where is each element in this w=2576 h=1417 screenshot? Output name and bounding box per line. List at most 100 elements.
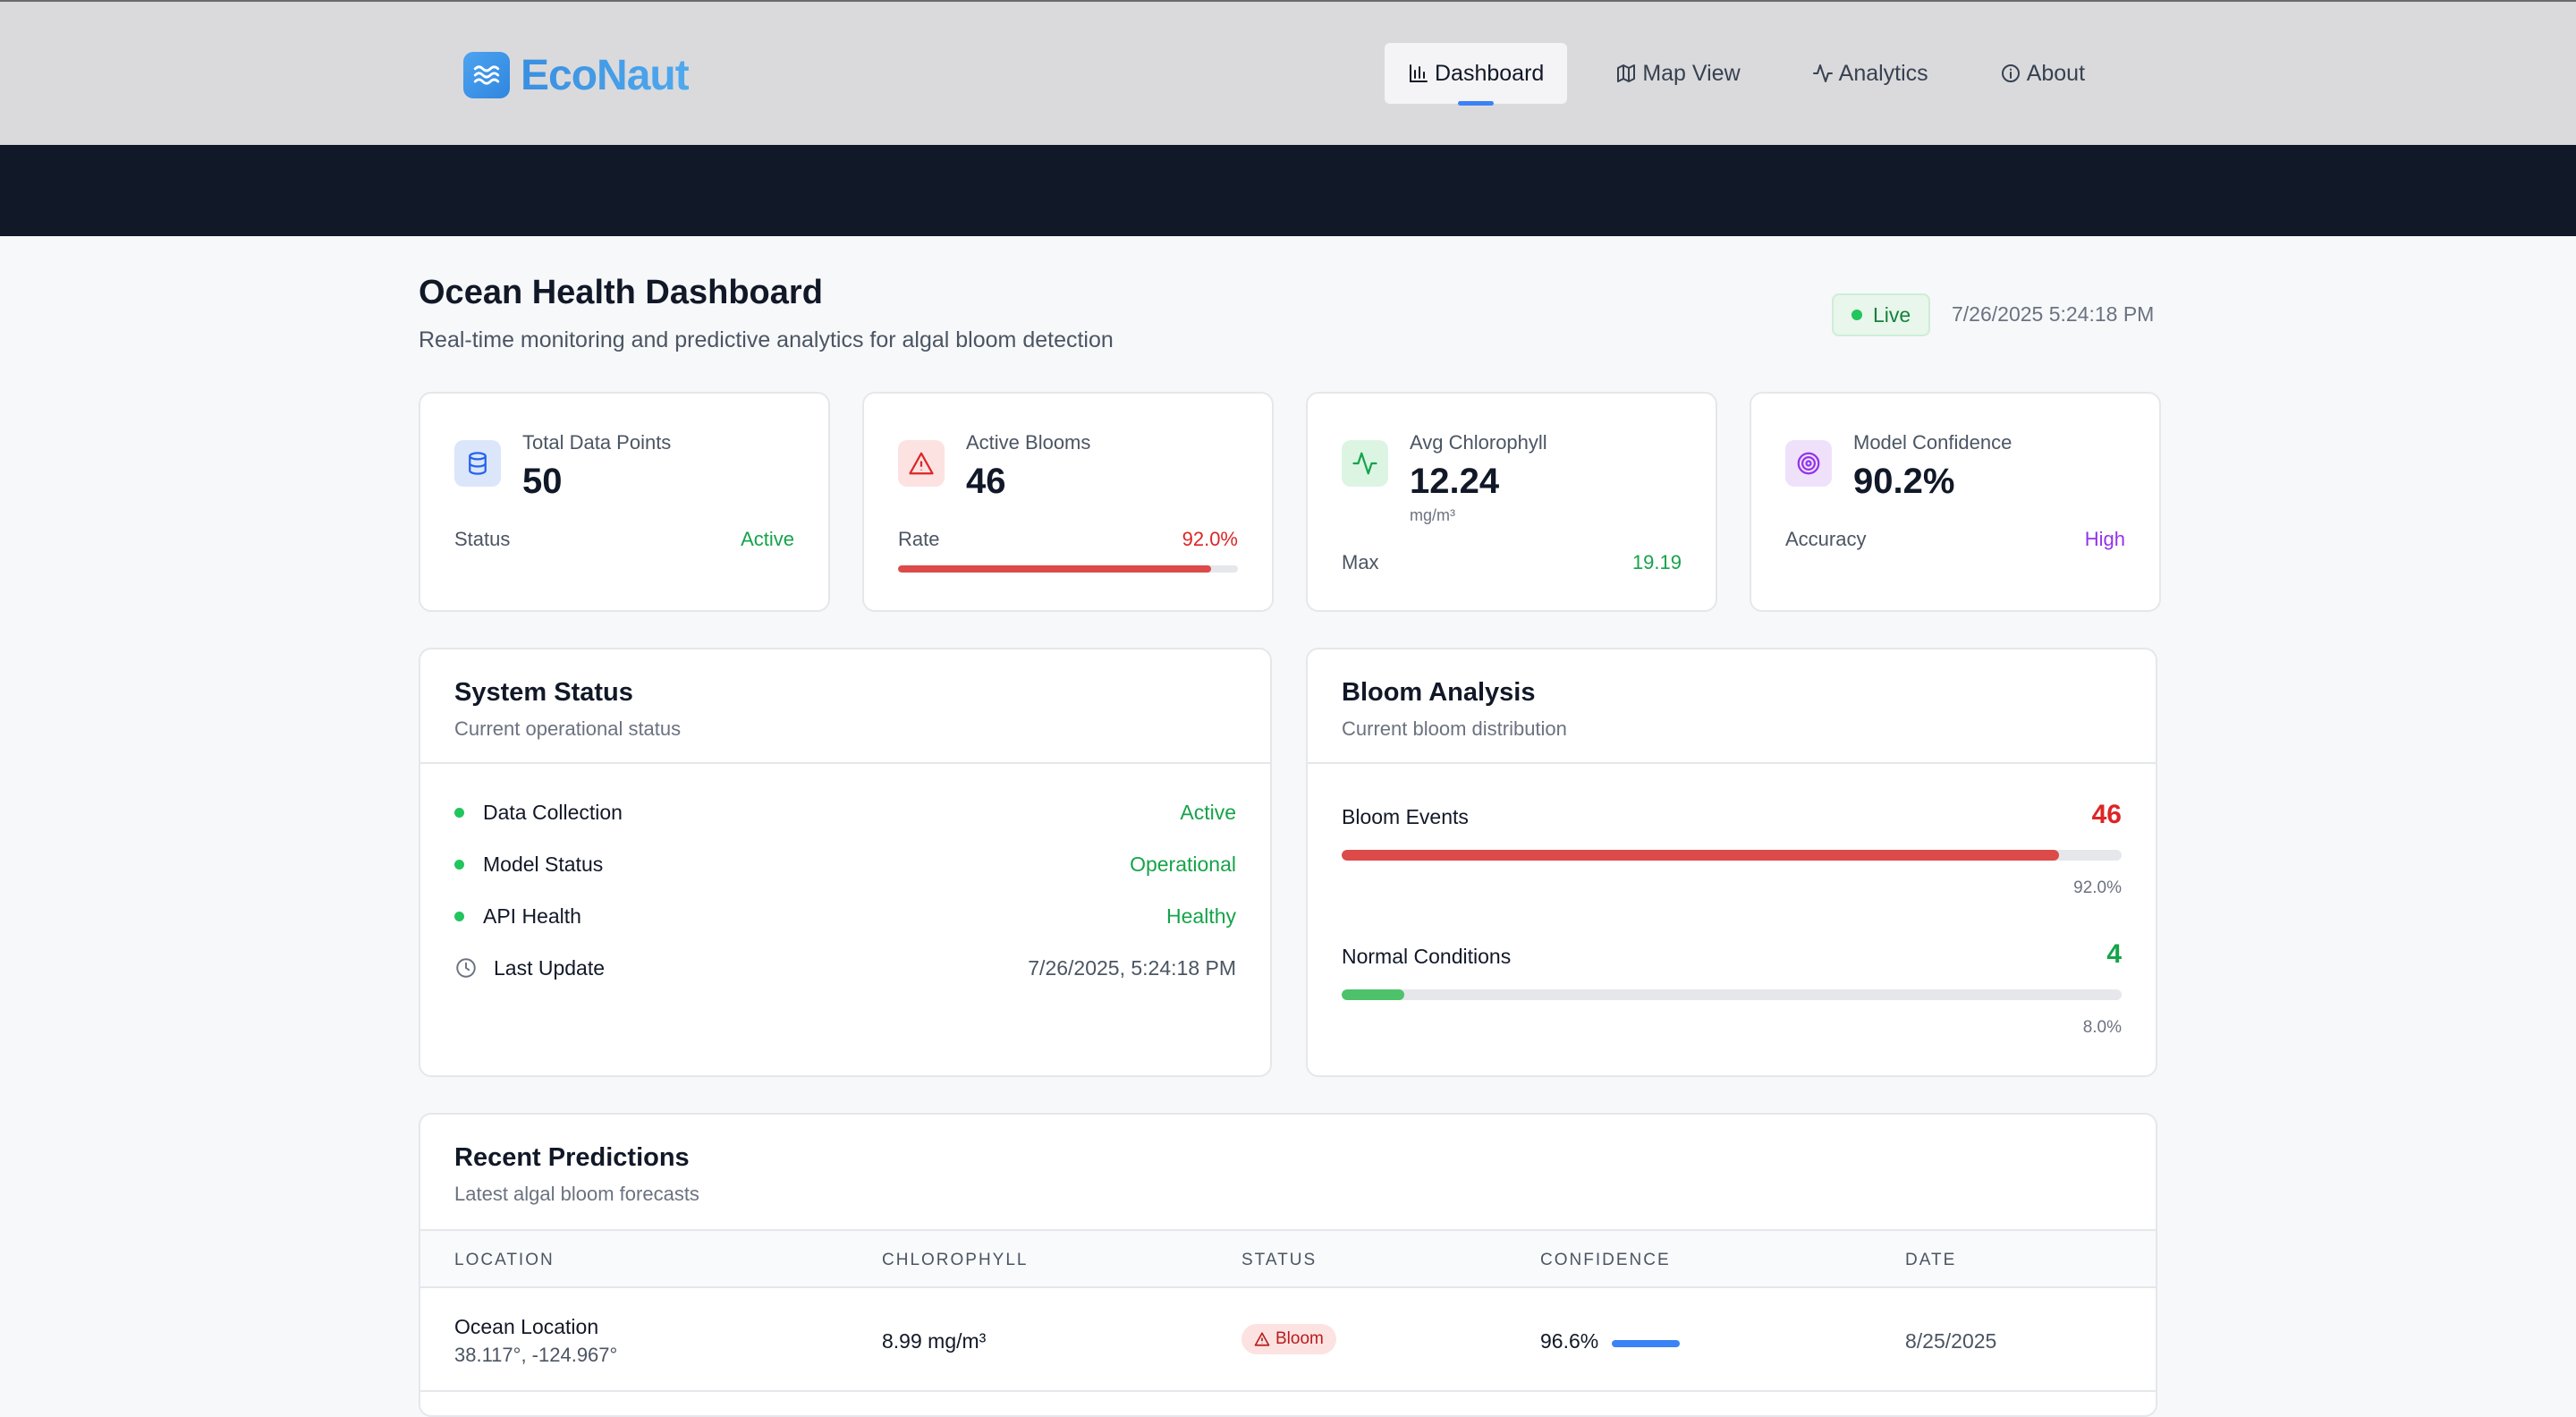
stat-card-active-blooms: Active Blooms 46 Rate 92.0% xyxy=(862,392,1274,612)
nav-links: Dashboard Map View Analytics About xyxy=(1385,43,2133,106)
stat-foot-value: Active xyxy=(741,528,794,550)
panel-title: Bloom Analysis xyxy=(1342,678,1536,707)
status-row-last-update: Last Update 7/26/2025, 5:24:18 PM xyxy=(454,950,1236,986)
nav-dashboard-label: Dashboard xyxy=(1435,60,1545,86)
status-badge: Bloom xyxy=(1241,1324,1336,1354)
page-subtitle: Real-time monitoring and predictive anal… xyxy=(419,327,1114,352)
clock-icon xyxy=(456,958,476,978)
column-header-location[interactable]: LOCATION xyxy=(454,1251,555,1270)
status-badge-label: Bloom xyxy=(1275,1329,1324,1348)
bloom-events-count: 46 xyxy=(2091,800,2122,829)
nav-map-view[interactable]: Map View xyxy=(1592,43,1763,104)
stat-card-model-confidence: Model Confidence 90.2% Accuracy High xyxy=(1750,392,2161,612)
row-chlorophyll: 8.99 mg/m³ xyxy=(882,1329,987,1353)
panel-subtitle: Latest algal bloom forecasts xyxy=(454,1183,699,1205)
stat-label: Active Blooms xyxy=(966,431,1091,454)
status-value: Active xyxy=(1180,800,1236,824)
stat-foot-label: Max xyxy=(1342,551,1379,573)
normal-conditions-label: Normal Conditions xyxy=(1342,945,1512,968)
row-date: 8/25/2025 xyxy=(1905,1329,1997,1353)
column-header-status[interactable]: STATUS xyxy=(1241,1251,1317,1270)
bloom-events-percent: 92.0% xyxy=(2073,878,2122,897)
brand[interactable]: EcoNaut xyxy=(463,50,690,100)
live-dot-icon xyxy=(1852,310,1862,320)
status-name: Data Collection xyxy=(483,800,623,824)
stat-label: Model Confidence xyxy=(1853,431,2012,454)
stat-foot-label: Accuracy xyxy=(1785,528,1867,550)
activity-icon xyxy=(1812,64,1833,82)
normal-conditions-percent: 8.0% xyxy=(2082,1018,2122,1037)
normal-conditions-bar xyxy=(1342,989,2122,1000)
live-timestamp: 7/26/2025 5:24:18 PM xyxy=(1952,302,2155,326)
stat-value: 90.2% xyxy=(1853,462,1955,501)
target-icon xyxy=(1785,440,1832,487)
warning-icon xyxy=(1254,1332,1270,1346)
confidence-bar xyxy=(1612,1340,1680,1347)
brand-name: EcoNaut xyxy=(521,51,690,99)
status-row-model-status: Model Status Operational xyxy=(454,846,1236,882)
divider xyxy=(1308,762,2156,764)
stat-foot-label: Rate xyxy=(898,528,940,550)
status-name: Last Update xyxy=(494,955,606,980)
panel-title: Recent Predictions xyxy=(454,1143,690,1172)
bloom-events-bar-fill xyxy=(1342,850,2060,861)
nav-analytics-label: Analytics xyxy=(1838,60,1928,86)
nav-about-label: About xyxy=(2026,60,2086,86)
status-value: 7/26/2025, 5:24:18 PM xyxy=(1028,955,1236,980)
bloom-rate-progress-fill xyxy=(898,565,1211,573)
nav-dashboard[interactable]: Dashboard xyxy=(1385,43,1568,106)
divider xyxy=(420,762,1270,764)
stat-value: 12.24 xyxy=(1410,462,1500,501)
activity-icon xyxy=(1342,440,1388,487)
bloom-rate-progress xyxy=(898,565,1238,573)
bloom-events-label: Bloom Events xyxy=(1342,805,1469,828)
stat-foot-value: High xyxy=(2084,528,2125,550)
panel-subtitle: Current bloom distribution xyxy=(1342,717,1567,740)
nav-about[interactable]: About xyxy=(1977,43,2108,104)
map-icon xyxy=(1617,64,1636,82)
stat-value: 46 xyxy=(966,462,1006,501)
stat-label: Total Data Points xyxy=(522,431,672,454)
status-value: Operational xyxy=(1130,852,1236,876)
stat-label: Avg Chlorophyll xyxy=(1410,431,1547,454)
row-location: Ocean Location xyxy=(454,1315,599,1338)
nav-analytics[interactable]: Analytics xyxy=(1789,43,1952,104)
status-dot-icon xyxy=(454,911,464,921)
database-icon xyxy=(454,440,501,487)
status-dot-icon xyxy=(454,859,464,870)
status-row-api-health: API Health Healthy xyxy=(454,898,1236,934)
stat-unit: mg/m³ xyxy=(1410,506,1455,524)
info-icon xyxy=(2001,64,2020,82)
column-header-confidence[interactable]: CONFIDENCE xyxy=(1540,1251,1671,1270)
column-header-chlorophyll[interactable]: CHLOROPHYLL xyxy=(882,1251,1029,1270)
recent-predictions-panel: Recent Predictions Latest algal bloom fo… xyxy=(419,1113,2157,1417)
status-value: Healthy xyxy=(1166,904,1236,928)
stat-foot-label: Status xyxy=(454,528,511,550)
column-header-date[interactable]: DATE xyxy=(1905,1251,1956,1270)
warning-icon xyxy=(898,440,945,487)
live-label: Live xyxy=(1873,302,1911,327)
stat-value: 50 xyxy=(522,462,563,501)
hero-band xyxy=(0,145,2576,236)
normal-conditions-bar-fill xyxy=(1342,989,1404,1000)
nav-map-view-label: Map View xyxy=(1642,60,1741,86)
bar-chart-icon xyxy=(1410,64,1428,82)
status-dot-icon xyxy=(454,807,464,818)
table-header: LOCATION CHLOROPHYLL STATUS CONFIDENCE D… xyxy=(420,1229,2156,1288)
stat-card-total-data-points: Total Data Points 50 Status Active xyxy=(419,392,830,612)
stat-foot-value: 92.0% xyxy=(1182,528,1238,550)
waves-icon xyxy=(463,52,510,98)
stat-card-avg-chlorophyll: Avg Chlorophyll 12.24 mg/m³ Max 19.19 xyxy=(1306,392,1717,612)
status-row-data-collection: Data Collection Active xyxy=(454,794,1236,830)
stat-foot-value: 19.19 xyxy=(1631,551,1682,573)
row-coordinates: 38.117°, -124.967° xyxy=(454,1344,618,1366)
row-confidence: 96.6% xyxy=(1540,1329,1599,1353)
page-title: Ocean Health Dashboard xyxy=(419,274,823,311)
table-row[interactable]: Ocean Location 38.117°, -124.967° 8.99 m… xyxy=(420,1288,2156,1392)
bloom-analysis-panel: Bloom Analysis Current bloom distributio… xyxy=(1306,648,2157,1077)
live-badge: Live xyxy=(1832,293,1931,336)
panel-subtitle: Current operational status xyxy=(454,717,682,740)
panel-title: System Status xyxy=(454,678,633,707)
normal-conditions-count: 4 xyxy=(2106,939,2122,969)
bloom-events-bar xyxy=(1342,850,2122,861)
